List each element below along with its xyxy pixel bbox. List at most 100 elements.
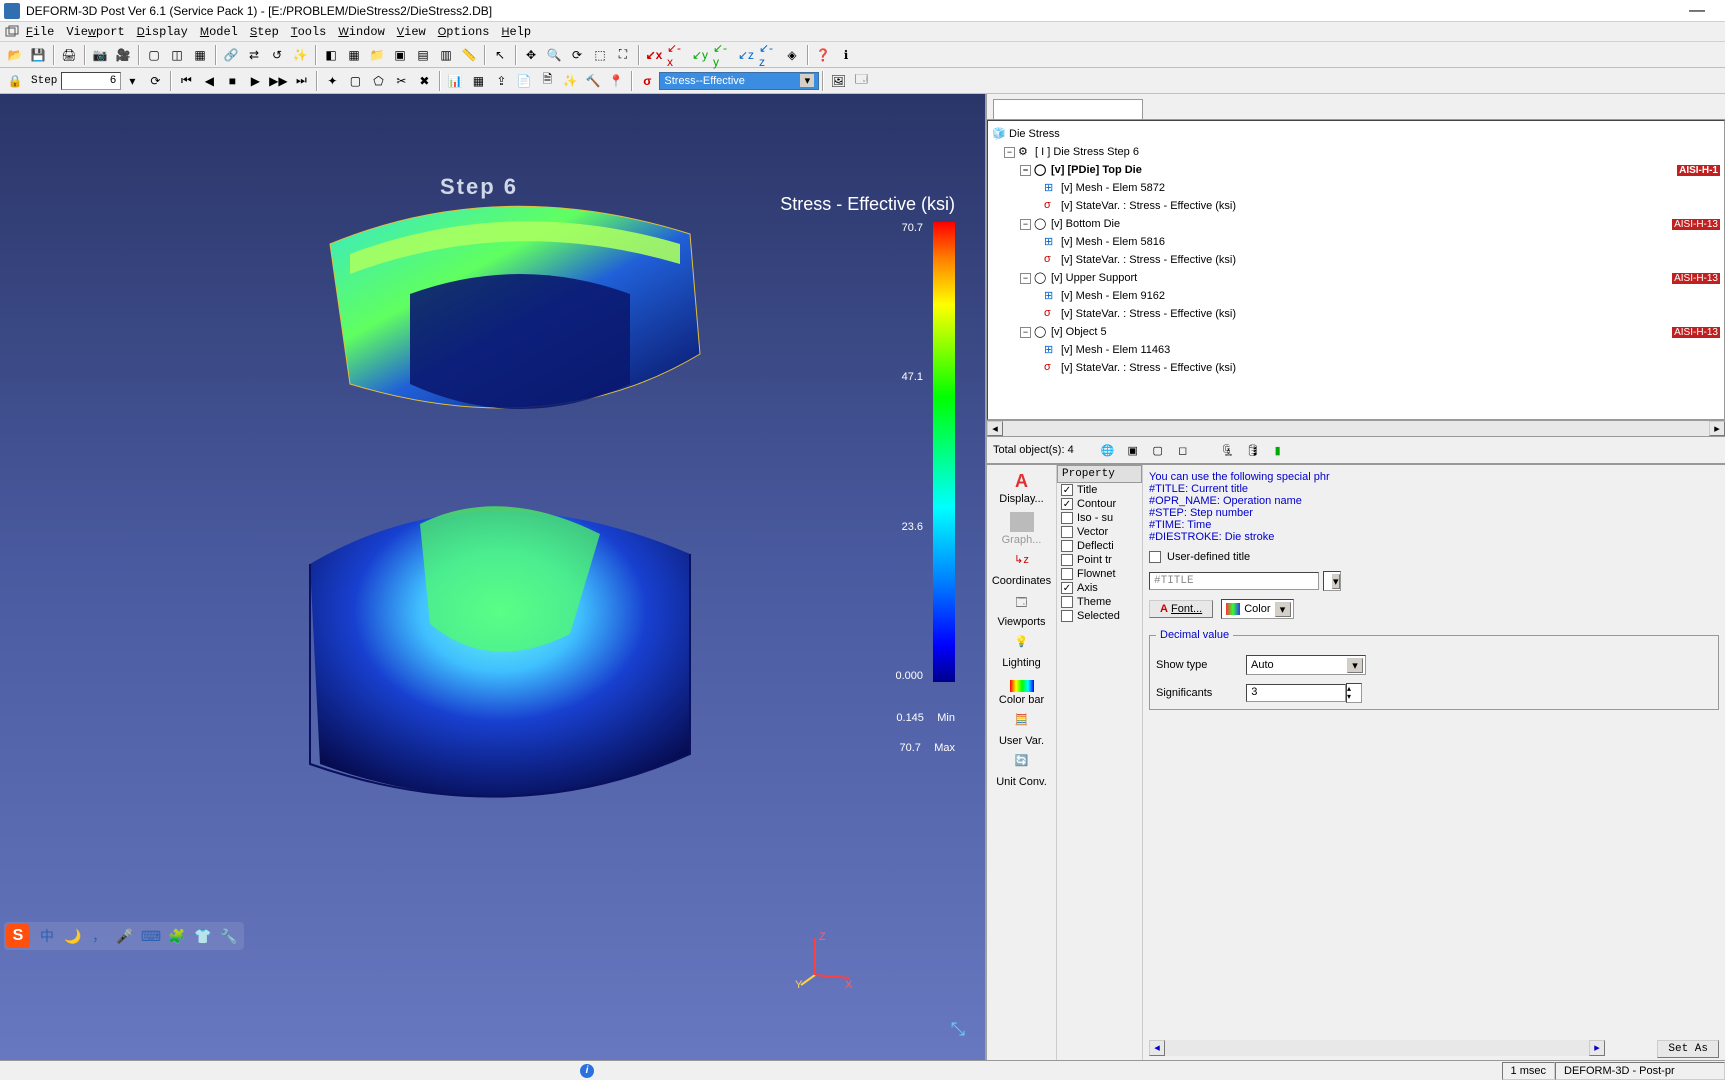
- set-as-button[interactable]: Set As: [1657, 1040, 1719, 1058]
- pointer-icon[interactable]: ↖: [489, 44, 511, 66]
- video-icon[interactable]: 🎥: [112, 44, 134, 66]
- sync-icon[interactable]: ⇄: [243, 44, 265, 66]
- refresh-step-icon[interactable]: ⟳: [144, 70, 166, 92]
- tree-object[interactable]: − ◯ [v] Bottom Die AISI-H-13: [992, 215, 1720, 233]
- tree-object[interactable]: − ◯ [v] Object 5 AISI-H-13: [992, 323, 1720, 341]
- viewport-corner-icon[interactable]: ⤡: [951, 1019, 965, 1040]
- menu-model[interactable]: Model: [200, 25, 238, 39]
- rotate-icon[interactable]: ⟳: [566, 44, 588, 66]
- checkbox[interactable]: [1061, 610, 1073, 622]
- color-combo[interactable]: Color ▾: [1221, 599, 1293, 619]
- property-row[interactable]: Selected: [1057, 609, 1142, 623]
- ime-punct-icon[interactable]: ，: [88, 925, 110, 947]
- tree-mesh[interactable]: ⊞ [v] Mesh - Elem 9162: [992, 287, 1720, 305]
- hammer-icon[interactable]: 🔨: [582, 70, 604, 92]
- property-row[interactable]: Contour: [1057, 497, 1142, 511]
- ime-cn-icon[interactable]: 中: [36, 925, 58, 947]
- layout-1-icon[interactable]: ▢: [143, 44, 165, 66]
- restore-window-icon[interactable]: [4, 24, 20, 40]
- save-icon[interactable]: 💾: [27, 44, 49, 66]
- tree-mesh[interactable]: ⊞ [v] Mesh - Elem 5872: [992, 179, 1720, 197]
- menu-file[interactable]: File: [26, 25, 54, 39]
- cube-solid-icon[interactable]: ▢: [1147, 439, 1169, 461]
- menu-options[interactable]: Options: [438, 25, 490, 39]
- light-icon[interactable]: ✨: [289, 44, 311, 66]
- menu-help[interactable]: Help: [502, 25, 532, 39]
- checkbox[interactable]: [1061, 568, 1073, 580]
- mesh-icon[interactable]: ▦: [343, 44, 365, 66]
- cat-viewports[interactable]: 🗔Viewports: [990, 594, 1054, 629]
- tree-object[interactable]: − ◯ [v] [PDie] Top Die AISI-H-1: [992, 161, 1720, 179]
- bc-icon[interactable]: ▥: [435, 44, 457, 66]
- checkbox[interactable]: [1061, 554, 1073, 566]
- cube-icon[interactable]: ◧: [320, 44, 342, 66]
- doc-icon[interactable]: 📄: [513, 70, 535, 92]
- checkbox[interactable]: [1061, 484, 1073, 496]
- chevron-down-icon[interactable]: ▾: [1275, 602, 1291, 617]
- pick-icon[interactable]: ✦: [321, 70, 343, 92]
- spread-icon[interactable]: 🗎: [536, 70, 558, 92]
- step-input[interactable]: [61, 72, 121, 90]
- cat-lighting[interactable]: 💡Lighting: [990, 635, 1054, 670]
- property-hscroll[interactable]: ◂▸: [1149, 1040, 1605, 1056]
- view-nxy-icon[interactable]: ↙-x: [666, 44, 688, 66]
- measure-icon[interactable]: 📏: [458, 44, 480, 66]
- title-history-combo[interactable]: ▾: [1323, 571, 1341, 591]
- menu-window[interactable]: Window: [338, 25, 384, 39]
- variable-combo[interactable]: Stress--Effective ▾: [659, 72, 819, 90]
- cat-colorbar[interactable]: Color bar: [990, 676, 1054, 707]
- expander-icon[interactable]: −: [1020, 327, 1031, 338]
- whatsthis-icon[interactable]: ℹ: [835, 44, 857, 66]
- cat-display[interactable]: ADisplay...: [990, 471, 1054, 506]
- view-yz-icon[interactable]: ↙y: [689, 44, 711, 66]
- property-row[interactable]: Axis: [1057, 581, 1142, 595]
- slice-icon[interactable]: ✂: [390, 70, 412, 92]
- prev-icon[interactable]: ◀: [198, 70, 220, 92]
- property-row[interactable]: Title: [1057, 483, 1142, 497]
- menu-viewport[interactable]: Viewport: [66, 25, 124, 39]
- minimize-button[interactable]: —: [1689, 2, 1705, 20]
- object-tree[interactable]: 🧊 Die Stress − ⚙ [ I ] Die Stress Step 6…: [987, 120, 1725, 420]
- material-icon[interactable]: ▣: [389, 44, 411, 66]
- iso-icon[interactable]: ◈: [781, 44, 803, 66]
- tree-operation[interactable]: − ⚙ [ I ] Die Stress Step 6: [992, 143, 1720, 161]
- landscape-icon[interactable]: 🖼: [827, 70, 849, 92]
- next-icon[interactable]: ▶▶: [267, 70, 289, 92]
- checkbox[interactable]: [1061, 540, 1073, 552]
- tree-hscroll[interactable]: ◂ ▸: [987, 420, 1725, 436]
- folder-icon[interactable]: 📁: [366, 44, 388, 66]
- chart-icon[interactable]: 📊: [444, 70, 466, 92]
- cat-uservar[interactable]: 🧮User Var.: [990, 713, 1054, 748]
- tree-statevar[interactable]: σ [v] StateVar. : Stress - Effective (ks…: [992, 305, 1720, 323]
- show-type-combo[interactable]: Auto ▾: [1246, 655, 1366, 675]
- pin-icon[interactable]: 📍: [605, 70, 627, 92]
- property-row[interactable]: Point tr: [1057, 553, 1142, 567]
- scroll-right-icon[interactable]: ▸: [1709, 421, 1725, 436]
- globe-icon[interactable]: 🌐: [1097, 439, 1119, 461]
- poly-select-icon[interactable]: ⬠: [367, 70, 389, 92]
- tree-root[interactable]: 🧊 Die Stress: [992, 125, 1720, 143]
- pan-icon[interactable]: ✥: [520, 44, 542, 66]
- significants-input[interactable]: [1246, 684, 1346, 702]
- significants-spin[interactable]: ▴▾: [1346, 683, 1362, 703]
- cylinder-icon[interactable]: 🛢: [1242, 439, 1264, 461]
- tree-statevar[interactable]: σ [v] StateVar. : Stress - Effective (ks…: [992, 197, 1720, 215]
- property-row[interactable]: Flownet: [1057, 567, 1142, 581]
- tree-statevar[interactable]: σ [v] StateVar. : Stress - Effective (ks…: [992, 251, 1720, 269]
- last-icon[interactable]: ⏭: [290, 70, 312, 92]
- ime-skin-icon[interactable]: 🧩: [166, 925, 188, 947]
- tree-mesh[interactable]: ⊞ [v] Mesh - Elem 11463: [992, 341, 1720, 359]
- view-nzx-icon[interactable]: ↙-z: [758, 44, 780, 66]
- play-icon[interactable]: ▶: [244, 70, 266, 92]
- group-icon[interactable]: ▤: [412, 44, 434, 66]
- reset-icon[interactable]: ↺: [266, 44, 288, 66]
- pliers-icon[interactable]: 🗜: [1217, 439, 1239, 461]
- property-row[interactable]: Deflecti: [1057, 539, 1142, 553]
- print-icon[interactable]: 🖨: [58, 44, 80, 66]
- layout-4-icon[interactable]: ▦: [189, 44, 211, 66]
- ime-shirt-icon[interactable]: 👕: [192, 925, 214, 947]
- viewport-3d[interactable]: Step 6 Stress - Effective (ksi): [0, 94, 985, 1060]
- property-row[interactable]: Vector: [1057, 525, 1142, 539]
- menu-view[interactable]: View: [397, 25, 426, 39]
- stop-icon[interactable]: ■: [221, 70, 243, 92]
